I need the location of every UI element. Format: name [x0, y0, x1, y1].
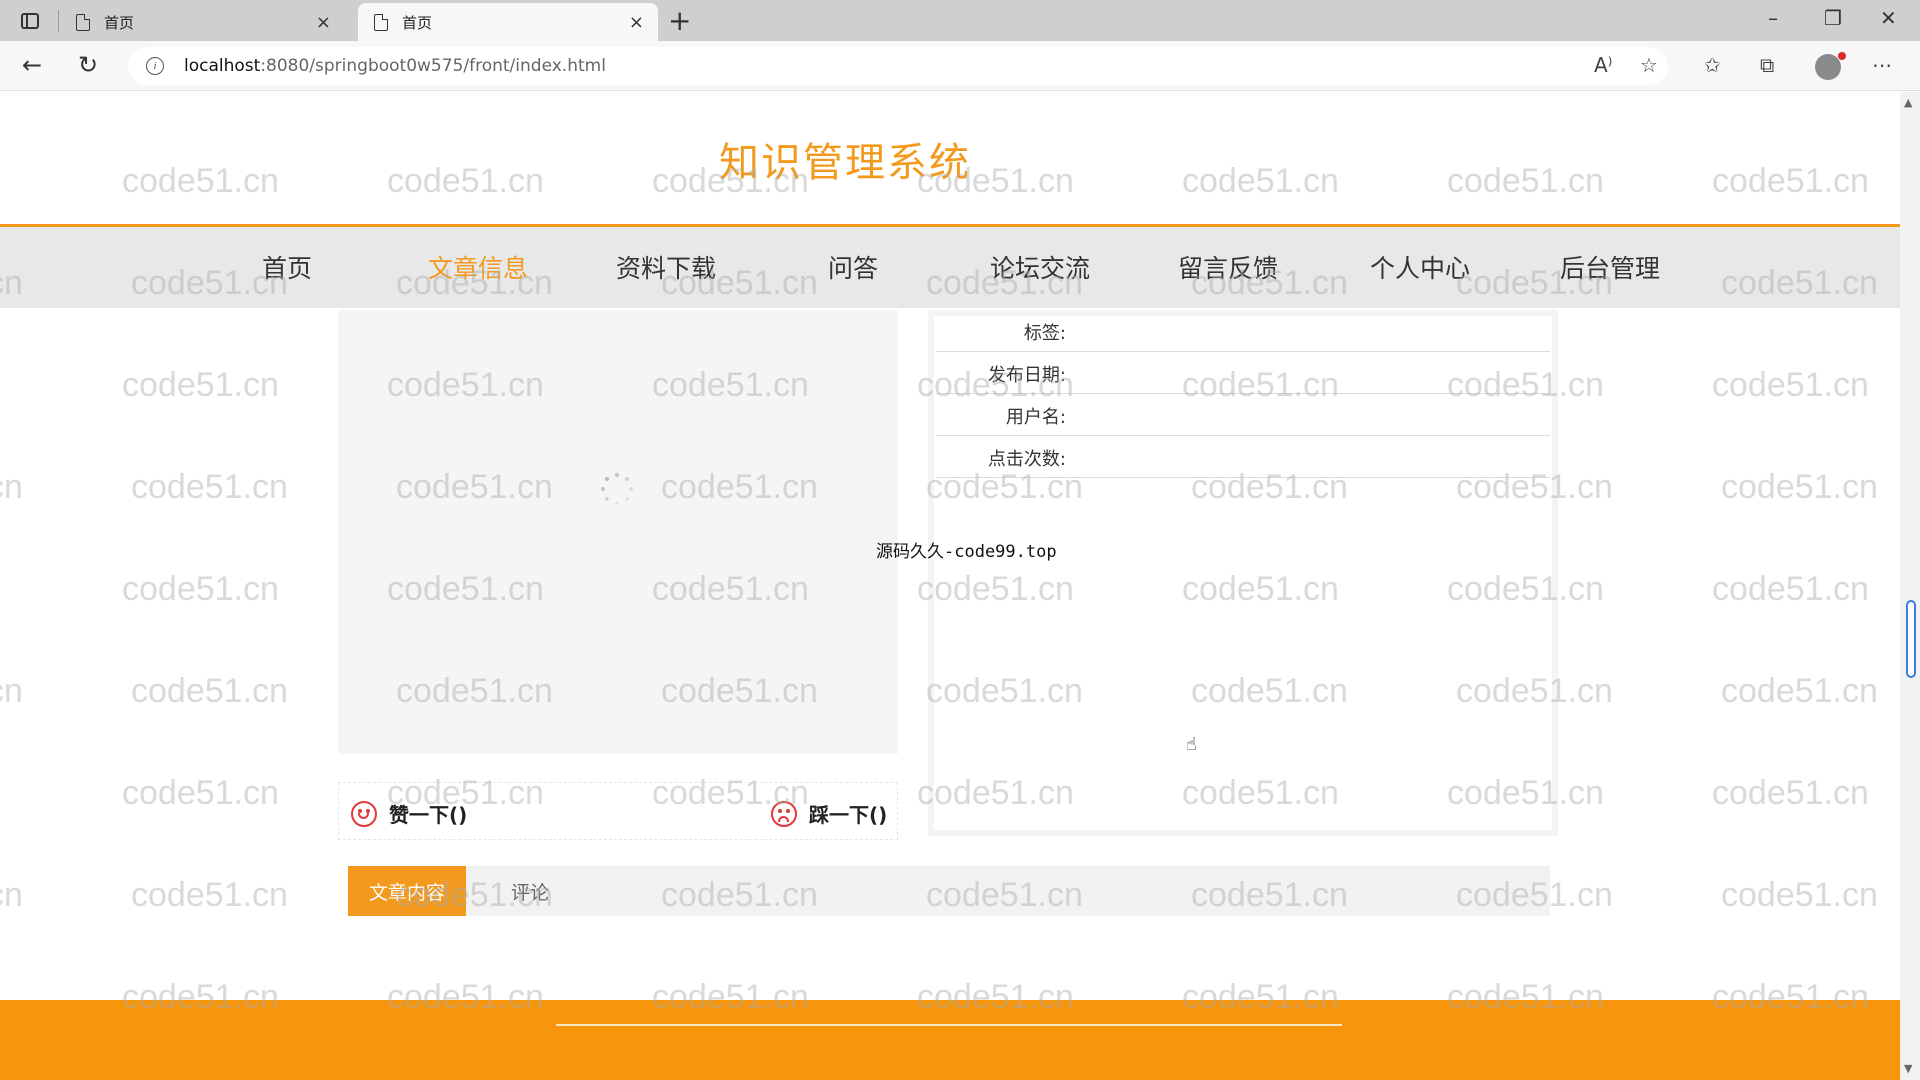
- sidebar-icon: [21, 13, 39, 29]
- watermark-text: code51.cn: [1456, 92, 1613, 99]
- profile-avatar[interactable]: [1815, 54, 1841, 80]
- info-row-tags: 标签:: [936, 310, 1550, 352]
- watermark-text: code51.cn: [1721, 92, 1878, 99]
- more-menu-icon[interactable]: ⋯: [1872, 53, 1892, 77]
- nav-item-admin[interactable]: 后台管理: [1560, 249, 1660, 285]
- address-bar-row: ← ↻ i localhost:8080/springboot0w575/fro…: [0, 41, 1920, 91]
- nav-item-forum[interactable]: 论坛交流: [990, 249, 1090, 285]
- tab-actions-button[interactable]: [12, 8, 48, 34]
- add-favorite-icon[interactable]: ☆: [1640, 53, 1658, 77]
- watermark-text: code51.cn: [0, 876, 23, 914]
- site-info-icon[interactable]: i: [146, 57, 164, 75]
- watermark-text: code51.cn: [1191, 92, 1348, 99]
- nav-item-feedback[interactable]: 留言反馈: [1178, 249, 1278, 285]
- restore-button[interactable]: ❐: [1824, 6, 1842, 30]
- new-tab-button[interactable]: +: [668, 4, 691, 37]
- scroll-up-icon[interactable]: ▲: [1904, 96, 1912, 109]
- close-tab-icon[interactable]: ×: [316, 12, 331, 33]
- url-path: :8080/springboot0w575/front/index.html: [260, 56, 606, 76]
- tab-comments[interactable]: 评论: [490, 866, 570, 916]
- url-input[interactable]: i localhost:8080/springboot0w575/front/i…: [128, 47, 1668, 85]
- content-tabs: 文章内容 评论: [348, 866, 1550, 916]
- hand-cursor-icon: ☝: [1186, 734, 1197, 755]
- watermark-text: code51.cn: [122, 570, 279, 608]
- info-label: 标签:: [1023, 323, 1066, 344]
- watermark-text: code51.cn: [1712, 366, 1869, 404]
- info-row-username: 用户名:: [936, 394, 1550, 436]
- page-viewport: 知识管理系统 首页 文章信息 资料下载 问答 论坛交流 留言反馈 个人中心 后台…: [0, 92, 1900, 1080]
- nav-item-qa[interactable]: 问答: [828, 249, 878, 285]
- read-aloud-icon[interactable]: A⁾: [1594, 53, 1613, 77]
- nav-item-home[interactable]: 首页: [262, 249, 312, 285]
- watermark-text: code51.cn: [122, 774, 279, 812]
- watermark-text: code51.cn: [0, 92, 23, 99]
- page-icon: [76, 13, 90, 31]
- loading-spinner-icon: [601, 472, 633, 505]
- collections-icon[interactable]: ⧉: [1760, 53, 1774, 77]
- nav-item-articles[interactable]: 文章信息: [428, 249, 528, 285]
- dislike-button[interactable]: 踩一下(): [771, 799, 887, 828]
- watermark-text: code51.cn: [131, 468, 288, 506]
- like-label: 赞一下(): [389, 803, 468, 827]
- browser-tab-bar: 首页 × 首页 × + – ❐ ✕: [0, 0, 1920, 41]
- page-footer: [0, 1000, 1900, 1080]
- watermark-text: code51.cn: [131, 92, 288, 99]
- article-image: [338, 310, 898, 754]
- watermark-text: code51.cn: [0, 672, 23, 710]
- tab-article-content[interactable]: 文章内容: [348, 866, 466, 916]
- notification-dot: [1838, 52, 1846, 60]
- watermark-text: code51.cn: [661, 92, 818, 99]
- info-label: 发布日期:: [987, 365, 1066, 386]
- browser-tab-1[interactable]: 首页 ×: [60, 3, 345, 41]
- scrollbar[interactable]: [1900, 92, 1920, 1080]
- tab-title: 首页: [104, 13, 135, 32]
- watermark-text: code51.cn: [122, 366, 279, 404]
- watermark-text: code51.cn: [0, 468, 23, 506]
- browser-tab-2[interactable]: 首页 ×: [358, 3, 658, 41]
- scroll-thumb[interactable]: [1906, 600, 1916, 678]
- info-row-clicks: 点击次数:: [936, 436, 1550, 478]
- reload-button[interactable]: ↻: [78, 51, 98, 79]
- nav-item-downloads[interactable]: 资料下载: [616, 249, 716, 285]
- nav-item-profile[interactable]: 个人中心: [1370, 249, 1470, 285]
- window-close-button[interactable]: ✕: [1880, 6, 1897, 30]
- watermark-text: code51.cn: [926, 92, 1083, 99]
- site-title: 知识管理系统: [719, 140, 971, 186]
- like-button[interactable]: 赞一下(): [351, 799, 467, 828]
- smile-icon: [351, 800, 377, 827]
- info-label: 点击次数:: [987, 449, 1066, 470]
- scroll-down-icon[interactable]: ▼: [1904, 1062, 1912, 1075]
- info-row-date: 发布日期:: [936, 352, 1550, 394]
- watermark-text: code51.cn: [396, 92, 553, 99]
- watermark-text: code51.cn: [1712, 570, 1869, 608]
- watermark-text: code51.cn: [1721, 876, 1878, 914]
- watermark-text: code51.cn: [1721, 672, 1878, 710]
- tab-separator: [58, 10, 59, 32]
- close-tab-icon[interactable]: ×: [629, 12, 644, 33]
- minimize-button[interactable]: –: [1768, 6, 1778, 30]
- watermark-text: code51.cn: [1712, 774, 1869, 812]
- watermark-text: code51.cn: [1712, 162, 1869, 200]
- watermark-text: code51.cn: [1721, 468, 1878, 506]
- source-notice: 源码久久-code99.top: [876, 542, 1057, 562]
- footer-divider: [556, 1024, 1342, 1026]
- dislike-label: 踩一下(): [809, 803, 888, 827]
- tab-title: 首页: [402, 13, 433, 32]
- info-label: 用户名:: [1005, 407, 1066, 428]
- watermark-text: code51.cn: [131, 876, 288, 914]
- watermark-text: code51.cn: [131, 672, 288, 710]
- url-host: localhost: [184, 56, 261, 76]
- frown-icon: [771, 800, 797, 827]
- vote-box: 赞一下() 踩一下(): [338, 782, 898, 840]
- favorites-icon[interactable]: ✩: [1704, 53, 1721, 77]
- page-icon: [374, 13, 388, 31]
- main-nav: 首页 文章信息 资料下载 问答 论坛交流 留言反馈 个人中心 后台管理: [0, 224, 1900, 308]
- back-button[interactable]: ←: [22, 51, 42, 79]
